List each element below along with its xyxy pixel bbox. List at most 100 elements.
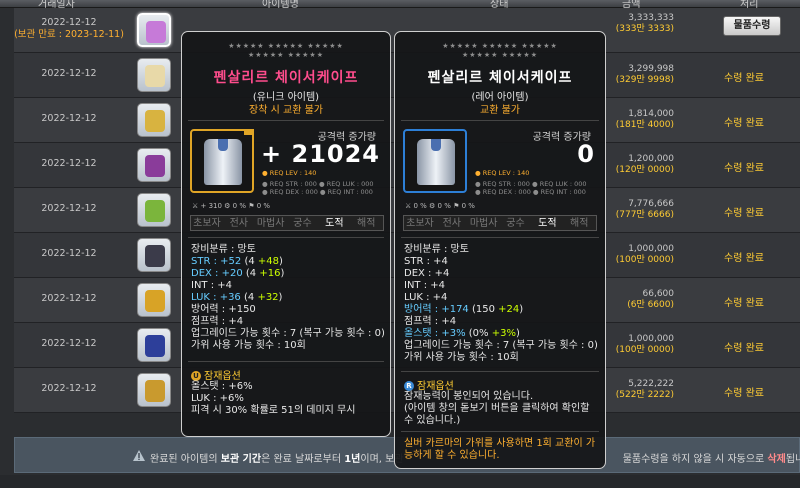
stat-line: 업그레이드 가능 횟수 : 7 (복구 가능 횟수 : 0) xyxy=(404,340,598,351)
trade-date: 2022-12-12 xyxy=(41,338,97,349)
trade-date: 2022-12-12 xyxy=(41,383,97,394)
expire-date: (보관 만료 : 2023-12-11) xyxy=(14,29,124,40)
potential-line: 피격 시 30% 확률로 51의 데미지 무시 xyxy=(191,405,356,416)
status-label: 수령 완료 xyxy=(724,253,764,264)
trade-date: 2022-12-12 (보관 만료 : 2023-12-11) xyxy=(14,17,124,40)
divider xyxy=(401,120,599,121)
glove-icon xyxy=(145,380,165,402)
stat-line: 가위 사용 가능 횟수 : 10회 xyxy=(191,340,306,351)
divider xyxy=(401,371,599,372)
green-cape-icon xyxy=(145,200,165,222)
armor-icon xyxy=(145,290,165,312)
status-label: 수령 완료 xyxy=(724,343,764,354)
star-force: ★★★★★ ★★★★★ ★★★★★ ★★★★★ ★★★★★ xyxy=(442,42,558,59)
mini-stats: ⚔ 0 % ⚙ 0 % ⚑ 0 % xyxy=(405,202,475,210)
helmet-icon xyxy=(145,155,165,177)
item-icon-slot[interactable] xyxy=(137,148,171,182)
item-icon-slot[interactable] xyxy=(137,373,171,407)
item-stats: 장비분류 : 망토 STR : +52 (4 +48) DEX : +20 (4 +… xyxy=(191,244,385,352)
divider xyxy=(188,361,384,362)
trade-date: 2022-12-12 xyxy=(41,203,97,214)
trade-restriction: 장착 시 교환 불가 xyxy=(249,105,323,116)
potential-lines: 올스탯 : +6% LUK : +6% 피격 시 30% 확률로 51의 데미지 무… xyxy=(191,381,355,417)
job-label: 해적 xyxy=(570,218,589,229)
stat-line: INT : +4 xyxy=(191,280,233,291)
potential-line: LUK : +6% xyxy=(191,393,244,404)
stat-line: STR : +4 xyxy=(404,256,448,267)
item-image xyxy=(190,129,254,193)
potential-lines: 잠재능력이 봉인되어 있습니다. (아이템 창의 돋보기 버튼을 클릭하여 확인할… xyxy=(404,391,589,427)
attack-increase-value: + 21024 xyxy=(261,140,380,168)
item-icon-slot[interactable] xyxy=(137,103,171,137)
item-icon-slot[interactable] xyxy=(137,13,171,47)
item-icon-slot[interactable] xyxy=(137,193,171,227)
item-image xyxy=(403,129,467,193)
table-header: 거래일자 아이템명 상태 금액 처리 xyxy=(0,0,800,10)
item-icon-slot[interactable] xyxy=(137,58,171,92)
trade-date: 2022-12-12 xyxy=(41,293,97,304)
star-force: ★★★★★ ★★★★★ ★★★★★ ★★★★★ ★★★★★ xyxy=(228,42,344,59)
potential-grade-icon: U xyxy=(191,371,201,381)
req-level: ● REQ LEV : 140 xyxy=(262,169,317,177)
item-icon-slot[interactable] xyxy=(137,283,171,317)
stat-line: LUK : +36 (4 +32) xyxy=(191,292,283,303)
trade-date: 2022-12-12 xyxy=(41,68,97,79)
potential-line: 잠재능력이 봉인되어 있습니다. xyxy=(404,391,534,402)
item-stats: 장비분류 : 망토 STR : +4 DEX : +4 INT : +4 LUK : +… xyxy=(404,244,598,364)
status-label: 수령 완료 xyxy=(724,118,764,129)
req-stats: ● REQ STR : 000 ● REQ LUK : 000 ● REQ DEX… xyxy=(262,180,374,196)
divider xyxy=(401,431,599,432)
trade-date: 2022-12-12 xyxy=(41,113,97,124)
job-label: 마법사 xyxy=(256,218,285,229)
potential-label: U 잠재옵션 xyxy=(191,367,241,382)
req-stats: ● REQ STR : 000 ● REQ LUK : 000 ● REQ DEX… xyxy=(475,180,587,196)
job-label: 도적 xyxy=(325,218,344,229)
trade-restriction: 교환 불가 xyxy=(480,105,520,116)
stat-line: 방어력 : +150 xyxy=(191,304,256,315)
cape-icon xyxy=(417,139,455,185)
stat-line: DEX : +4 xyxy=(404,268,450,279)
status-label: 수령 완료 xyxy=(724,388,764,399)
divider xyxy=(188,120,384,121)
status-label: 수령 완료 xyxy=(724,298,764,309)
shoes-icon xyxy=(145,335,165,357)
stat-line: 방어력 : +174 (150 +24) xyxy=(404,304,524,315)
potential-label: R 잠재옵션 xyxy=(404,377,454,392)
stat-line: 올스탯 : +3% (0% +3%) xyxy=(404,328,520,339)
coin-box-icon xyxy=(145,110,165,132)
stat-line: 점프력 : +4 xyxy=(404,316,457,327)
status-label: 수령 완료 xyxy=(724,73,764,84)
stat-line: LUK : +4 xyxy=(404,292,448,303)
karma-scissors-note: 실버 카르마의 가위를 사용하면 1회 교환이 가능하게 할 수 있습니다. xyxy=(404,438,596,461)
pouch-icon xyxy=(145,245,165,267)
stat-line: 업그레이드 가능 횟수 : 7 (복구 가능 횟수 : 0) xyxy=(191,328,385,339)
item-tooltip-compare: ★★★★★ ★★★★★ ★★★★★ ★★★★★ ★★★★★ 펜살리르 체이서케이프… xyxy=(394,31,606,469)
potential-line: 올스탯 : +6% xyxy=(191,381,253,392)
job-label: 초보자 xyxy=(406,218,434,229)
item-name: 펜살리르 체이서케이프 xyxy=(427,70,573,86)
item-icon-slot[interactable] xyxy=(137,238,171,272)
mini-stats: ⚔ + 310 ⚙ 0 % ⚑ 0 % xyxy=(192,202,271,210)
stat-line: 점프력 : +4 xyxy=(191,316,244,327)
bottom-bar xyxy=(0,475,800,488)
job-restriction: 초보자 전사 마법사 궁수 도적 해적 xyxy=(190,215,384,231)
potential-line: (아이템 창의 돋보기 버튼을 클릭하여 확인할 xyxy=(404,403,590,414)
cape-icon xyxy=(146,21,166,43)
item-name: 펜살리르 체이서케이프 xyxy=(213,70,359,86)
receive-item-button[interactable]: 물품수령 xyxy=(723,16,781,36)
job-label: 해적 xyxy=(357,218,376,229)
divider xyxy=(188,237,384,238)
trade-date: 2022-12-12 xyxy=(41,158,97,169)
divider xyxy=(401,237,599,238)
scroll-icon xyxy=(145,65,165,87)
potential-grade-icon: R xyxy=(404,381,414,391)
req-level: ● REQ LEV : 140 xyxy=(475,169,530,177)
item-tooltip-equipped: ★★★★★ ★★★★★ ★★★★★ ★★★★★ ★★★★★ 펜살리르 체이서케이프… xyxy=(181,31,391,437)
job-label: 초보자 xyxy=(193,218,221,229)
job-label: 도적 xyxy=(538,218,557,229)
cape-icon xyxy=(204,139,242,185)
status-label: 수령 완료 xyxy=(724,208,764,219)
stat-line: 장비분류 : 망토 xyxy=(191,244,256,255)
item-icon-slot[interactable] xyxy=(137,328,171,362)
stat-line: 장비분류 : 망토 xyxy=(404,244,469,255)
